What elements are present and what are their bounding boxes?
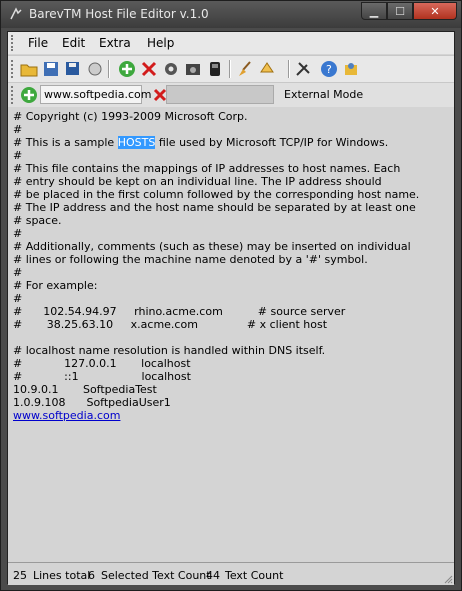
menu-grip[interactable] <box>11 35 16 51</box>
text-count: 44 <box>206 569 220 582</box>
mirror-icon[interactable] <box>86 60 104 78</box>
resize-grip-icon[interactable] <box>443 574 453 584</box>
lines-total-count: 25 <box>13 569 27 582</box>
ip-input[interactable] <box>166 85 274 104</box>
text-line-sample: # This is a sample HOSTS file used by Mi… <box>13 136 388 149</box>
address-grip[interactable] <box>11 86 16 104</box>
save-as-icon[interactable] <box>64 60 82 78</box>
text-line: # entry should be kept on an individual … <box>13 175 382 188</box>
about-icon[interactable] <box>342 60 360 78</box>
selected-count-label: Selected Text Count <box>101 569 211 582</box>
text-line: # <box>13 266 23 279</box>
notepad-icon[interactable] <box>206 60 224 78</box>
text-line: # The IP address and the host name shoul… <box>13 201 416 214</box>
text-line: # ::1 localhost <box>13 370 191 383</box>
svg-text:?: ? <box>326 63 332 76</box>
menu-help[interactable]: Help <box>147 36 174 50</box>
window-title: BarevTM Host File Editor v.1.0 <box>29 7 209 21</box>
selected-count: 6 <box>88 569 95 582</box>
client-area: File Edit Extra Help ? www.softpedia.com… <box>7 31 455 585</box>
add-icon[interactable] <box>20 86 38 104</box>
text-count-label: Text Count <box>225 569 284 582</box>
softpedia-link[interactable]: www.softpedia.com <box>13 409 120 422</box>
add-icon[interactable] <box>118 60 136 78</box>
text-line: # 38.25.63.10 x.acme.com # x client host <box>13 318 328 331</box>
help-icon[interactable]: ? <box>320 60 338 78</box>
hosts-text-editor[interactable]: # Copyright (c) 1993-2009 Microsoft Corp… <box>11 108 451 558</box>
open-folder-icon[interactable] <box>20 60 38 78</box>
text-line: # <box>13 227 23 240</box>
title-bar[interactable]: BarevTM Host File Editor v.1.0 ▁ ☐ ✕ <box>1 1 461 28</box>
settings-icon[interactable] <box>162 60 180 78</box>
text-line: 1.0.9.108 SoftpediaUser1 <box>13 396 171 409</box>
menu-bar: File Edit Extra Help <box>8 32 454 54</box>
status-bar: 25 Lines total 6 Selected Text Count 44 … <box>8 562 454 585</box>
app-icon <box>10 7 22 20</box>
text-line: # be placed in the first column followed… <box>13 188 420 201</box>
lines-total-label: Lines total <box>33 569 91 582</box>
text-line: # For example: <box>13 279 98 292</box>
close-button[interactable]: ✕ <box>413 2 457 20</box>
menu-file[interactable]: File <box>28 36 48 50</box>
app-window: BarevTM Host File Editor v.1.0 ▁ ☐ ✕ Fil… <box>0 0 462 591</box>
sample-after: file used by Microsoft TCP/IP for Window… <box>155 136 389 149</box>
tools-icon[interactable] <box>294 60 312 78</box>
address-bar: www.softpedia.com External Mode <box>8 82 454 107</box>
text-line: # 102.54.94.97 rhino.acme.com # source s… <box>13 305 346 318</box>
menu-edit[interactable]: Edit <box>62 36 85 50</box>
menu-extra[interactable]: Extra <box>99 36 131 50</box>
mode-label: External Mode <box>284 88 364 101</box>
broom-icon[interactable] <box>236 60 254 78</box>
backup-icon[interactable] <box>184 60 202 78</box>
toolbar: ? <box>8 55 454 82</box>
delete-icon[interactable] <box>140 60 158 78</box>
text-line: # <box>13 292 23 305</box>
sample-before: # This is a sample <box>13 136 118 149</box>
text-line: # Additionally, comments (such as these)… <box>13 240 411 253</box>
toolbar-grip[interactable] <box>11 60 16 78</box>
text-line: # space. <box>13 214 62 227</box>
toolbar-separator <box>288 60 290 78</box>
text-line: # lines or following the machine name de… <box>13 253 368 266</box>
text-line: # localhost name resolution is handled w… <box>13 344 326 357</box>
selected-text: HOSTS <box>117 136 156 149</box>
text-line: # <box>13 149 23 162</box>
text-line: # This file contains the mappings of IP … <box>13 162 401 175</box>
text-line: # <box>13 123 23 136</box>
bookmark-icon[interactable] <box>258 60 276 78</box>
toolbar-separator <box>108 60 110 78</box>
save-icon[interactable] <box>42 60 60 78</box>
host-input[interactable]: www.softpedia.com <box>40 85 151 104</box>
minimize-button[interactable]: ▁ <box>361 2 387 20</box>
toolbar-separator <box>229 60 231 78</box>
text-line: 10.9.0.1 SoftpediaTest <box>13 383 157 396</box>
maximize-button[interactable]: ☐ <box>387 2 413 20</box>
text-line: # Copyright (c) 1993-2009 Microsoft Corp… <box>13 110 248 123</box>
text-line: # 127.0.0.1 localhost <box>13 357 191 370</box>
